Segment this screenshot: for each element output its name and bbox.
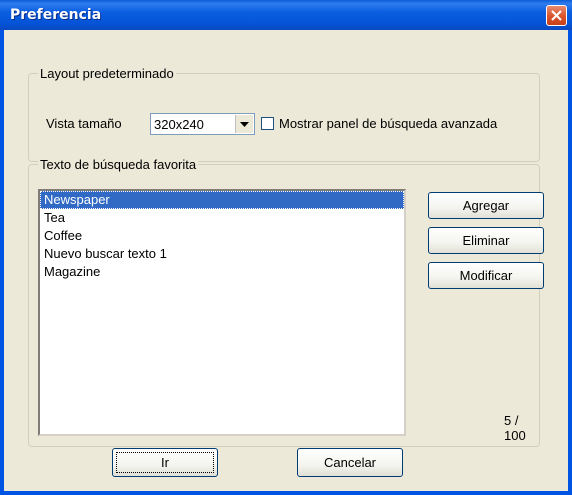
size-select-dropdown-button[interactable]	[235, 115, 253, 133]
advanced-search-checkbox[interactable]	[261, 117, 274, 130]
window-title: Preferencia	[10, 7, 102, 23]
focus-indicator	[116, 452, 214, 473]
size-select-value: 320x240	[154, 117, 204, 132]
dialog-body: Layout predeterminado Vista tamaño 320x2…	[4, 30, 568, 491]
favorites-list[interactable]: Newspaper Tea Coffee Nuevo buscar texto …	[38, 189, 406, 436]
close-button[interactable]	[546, 5, 567, 26]
go-button[interactable]: Ir	[112, 448, 218, 477]
layout-group: Layout predeterminado Vista tamaño 320x2…	[28, 66, 540, 162]
add-button[interactable]: Agregar	[428, 192, 544, 219]
list-item[interactable]: Newspaper	[40, 191, 404, 209]
title-bar[interactable]: Preferencia	[0, 0, 572, 30]
list-item[interactable]: Magazine	[40, 263, 404, 281]
close-icon	[551, 10, 562, 21]
list-item[interactable]: Tea	[40, 209, 404, 227]
delete-button[interactable]: Eliminar	[428, 227, 544, 254]
favorites-count: 5 / 100	[504, 413, 526, 443]
favorites-group: Texto de búsqueda favorita Newspaper Tea…	[28, 157, 544, 447]
advanced-search-checkbox-label[interactable]: Mostrar panel de búsqueda avanzada	[279, 116, 497, 131]
favorites-group-legend: Texto de búsqueda favorita	[38, 157, 199, 172]
list-item[interactable]: Coffee	[40, 227, 404, 245]
list-item[interactable]: Nuevo buscar texto 1	[40, 245, 404, 263]
layout-group-legend: Layout predeterminado	[38, 66, 176, 81]
preferences-dialog: Preferencia Layout predeterminado Vista …	[0, 0, 572, 495]
size-select[interactable]: 320x240	[150, 113, 255, 135]
size-label: Vista tamaño	[46, 116, 122, 131]
chevron-down-icon	[240, 122, 249, 127]
modify-button[interactable]: Modificar	[428, 262, 544, 289]
cancel-button[interactable]: Cancelar	[297, 448, 403, 477]
